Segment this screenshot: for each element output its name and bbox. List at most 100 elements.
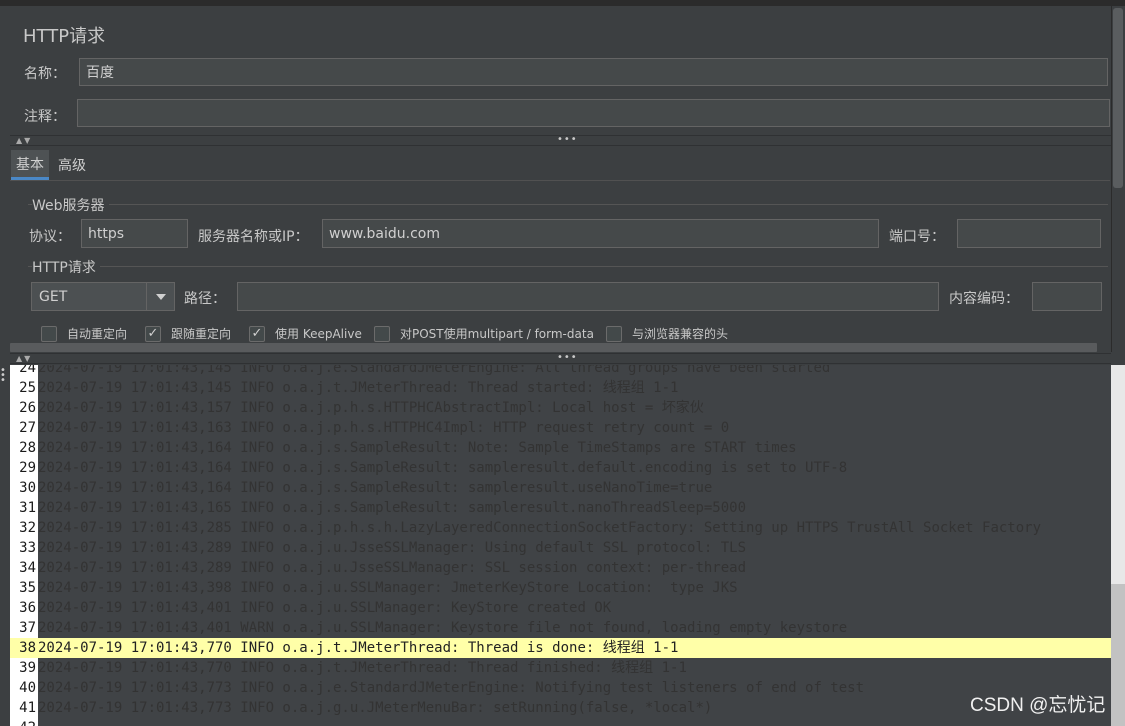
drag-handle-icon[interactable]: • • • (0, 366, 8, 386)
log-line[interactable]: 27 2024-07-19 17:01:43,163 INFO o.a.j.p.h… (10, 418, 1111, 438)
log-line[interactable]: 40 2024-07-19 17:01:43,773 INFO o.a.j.e.S… (10, 678, 1111, 698)
comment-label: 注释： (24, 109, 66, 125)
log-line[interactable]: 36 2024-07-19 17:01:43,401 INFO o.a.j.u.S… (10, 598, 1111, 618)
http-request-group-border (28, 266, 1108, 267)
name-field-value: 百度 (86, 65, 114, 81)
checkbox-auto-redirect-label: 自动重定向 (67, 327, 128, 341)
log-line[interactable]: 33 2024-07-19 17:01:43,289 INFO o.a.j.u.J… (10, 538, 1111, 558)
web-server-group-title: Web服务器 (32, 195, 109, 215)
log-line[interactable]: 25 2024-07-19 17:01:43,145 INFO o.a.j.t.J… (10, 378, 1111, 398)
top-border (0, 0, 1125, 6)
protocol-label: 协议： (29, 229, 71, 245)
log-line[interactable]: 42 (10, 718, 1111, 726)
log-line-number: 28 (19, 440, 36, 456)
log-line-text: 2024-07-19 17:01:43,401 WARN o.a.j.u.SSL… (38, 620, 848, 636)
log-line[interactable]: 24 2024-07-19 17:01:43,145 INFO o.a.j.e.S… (10, 365, 1111, 378)
checkbox-keepalive-label: 使用 KeepAlive (275, 327, 362, 341)
panel-title: HTTP请求 (23, 26, 106, 47)
log-line[interactable]: 35 2024-07-19 17:01:43,398 INFO o.a.j.u.S… (10, 578, 1111, 598)
watermark: CSDN @忘忧记 (970, 695, 1106, 716)
log-line-number: 27 (19, 420, 36, 436)
log-line[interactable]: 28 2024-07-19 17:01:43,164 INFO o.a.j.s.S… (10, 438, 1111, 458)
checkbox-multipart-box[interactable] (374, 325, 390, 342)
log-line[interactable]: 37 2024-07-19 17:01:43,401 WARN o.a.j.u.S… (10, 618, 1111, 638)
checkbox-browser-headers[interactable]: 与浏览器兼容的头 (606, 325, 728, 342)
checkbox-follow-redirect[interactable]: ✓ 跟随重定向 (145, 325, 231, 342)
name-field[interactable]: 百度 (79, 58, 1108, 86)
log-line[interactable]: 31 2024-07-19 17:01:43,165 INFO o.a.j.s.S… (10, 498, 1111, 518)
splitter-grip-icon[interactable]: ••• (557, 135, 578, 145)
log-line[interactable]: 39 2024-07-19 17:01:43,770 INFO o.a.j.t.J… (10, 658, 1111, 678)
log-line-number: 25 (19, 380, 36, 396)
log-scrollbar-thumb[interactable] (1111, 584, 1125, 726)
log-line[interactable]: 26 2024-07-19 17:01:43,157 INFO o.a.j.p.h… (10, 398, 1111, 418)
log-line-text: 2024-07-19 17:01:43,398 INFO o.a.j.u.SSL… (38, 580, 738, 596)
chevron-down-icon[interactable] (146, 283, 174, 310)
checkmark-icon[interactable]: ✓ (145, 325, 161, 342)
port-field[interactable] (957, 219, 1101, 248)
log-line-number: 34 (19, 560, 36, 576)
server-label: 服务器名称或IP： (198, 229, 309, 245)
splitter-collapse-arrows-icon[interactable]: ▲▼ (16, 354, 32, 363)
log-line-number: 29 (19, 460, 36, 476)
checkbox-auto-redirect[interactable]: 自动重定向 (41, 325, 127, 342)
horizontal-scrollbar[interactable] (10, 343, 1097, 352)
log-line-text: 2024-07-19 17:01:43,165 INFO o.a.j.s.Sam… (38, 500, 747, 516)
log-line-number: 24 (19, 365, 36, 376)
log-line-text: 2024-07-19 17:01:43,163 INFO o.a.j.p.h.s… (38, 420, 730, 436)
log-line-number: 35 (19, 580, 36, 596)
log-line-text: 2024-07-19 17:01:43,164 INFO o.a.j.s.Sam… (38, 440, 797, 456)
log-line-number: 32 (19, 520, 36, 536)
log-line[interactable]: 32 2024-07-19 17:01:43,285 INFO o.a.j.p.h… (10, 518, 1111, 538)
port-label: 端口号： (889, 229, 945, 245)
method-select[interactable]: GET (31, 282, 175, 311)
log-line-text: 2024-07-19 17:01:43,770 INFO o.a.j.t.JMe… (38, 640, 679, 656)
log-line-number: 42 (10, 718, 38, 726)
splitter-collapse-arrows-icon[interactable]: ▲▼ (16, 136, 32, 145)
log-line-number: 38 (10, 638, 38, 658)
comment-field[interactable] (77, 99, 1110, 127)
log-line-text: 2024-07-19 17:01:43,770 INFO o.a.j.t.JMe… (38, 660, 687, 676)
splitter-grip-icon[interactable]: ••• (557, 353, 578, 363)
checkbox-browser-headers-box[interactable] (606, 325, 622, 342)
log-line-number: 30 (19, 480, 36, 496)
log-line-text: 2024-07-19 17:01:43,164 INFO o.a.j.s.Sam… (38, 460, 848, 476)
tab-divider (10, 180, 1110, 181)
checkbox-auto-redirect-box[interactable] (41, 325, 57, 342)
log-line-number: 36 (19, 600, 36, 616)
tab-advanced[interactable]: 高级 (53, 150, 91, 180)
log-line-text: 2024-07-19 17:01:43,145 INFO o.a.j.e.Sta… (38, 365, 831, 376)
checkbox-keepalive[interactable]: ✓ 使用 KeepAlive (249, 325, 362, 342)
checkmark-icon[interactable]: ✓ (249, 325, 265, 342)
tab-basic[interactable]: 基本 (11, 150, 49, 180)
path-label: 路径： (184, 291, 226, 307)
checkbox-multipart[interactable]: 对POST使用multipart / form-data (374, 325, 594, 342)
log-line-number: 41 (19, 700, 36, 716)
log-line[interactable]: 38 2024-07-19 17:01:43,770 INFO o.a.j.t.J… (10, 638, 1111, 658)
server-field-value: www.baidu.com (329, 225, 440, 242)
log-line[interactable]: 29 2024-07-19 17:01:43,164 INFO o.a.j.s.S… (10, 458, 1111, 478)
name-label: 名称： (24, 66, 66, 82)
http-request-group-title: HTTP请求 (32, 257, 100, 277)
log-line-number: 33 (19, 540, 36, 556)
path-field[interactable] (237, 282, 939, 311)
log-line-text: 2024-07-19 17:01:43,289 INFO o.a.j.u.Jss… (38, 560, 747, 576)
log-line[interactable]: 34 2024-07-19 17:01:43,289 INFO o.a.j.u.J… (10, 558, 1111, 578)
encoding-field[interactable] (1032, 282, 1102, 311)
log-line[interactable]: 30 2024-07-19 17:01:43,164 INFO o.a.j.s.S… (10, 478, 1111, 498)
log-line-text: 2024-07-19 17:01:43,401 INFO o.a.j.u.SSL… (38, 600, 612, 616)
server-field[interactable]: www.baidu.com (322, 219, 879, 248)
protocol-field-value: https (88, 225, 125, 242)
log-line-text: 2024-07-19 17:01:43,164 INFO o.a.j.s.Sam… (38, 480, 713, 496)
panel-scrollbar-thumb[interactable] (1113, 8, 1123, 188)
log-viewer[interactable]: 24 2024-07-19 17:01:43,145 INFO o.a.j.e.S… (10, 365, 1111, 726)
checkbox-follow-redirect-label: 跟随重定向 (171, 327, 232, 341)
log-line[interactable]: 41 2024-07-19 17:01:43,773 INFO o.a.j.g.u… (10, 698, 1111, 718)
log-line-number: 40 (19, 680, 36, 696)
log-line-number: 31 (19, 500, 36, 516)
protocol-field[interactable]: https (81, 219, 188, 248)
method-select-value: GET (39, 288, 68, 305)
web-server-group-border (28, 204, 1108, 205)
log-line-text: 2024-07-19 17:01:43,285 INFO o.a.j.p.h.s… (38, 520, 1042, 536)
log-line-text: 2024-07-19 17:01:43,773 INFO o.a.j.g.u.J… (38, 700, 713, 716)
